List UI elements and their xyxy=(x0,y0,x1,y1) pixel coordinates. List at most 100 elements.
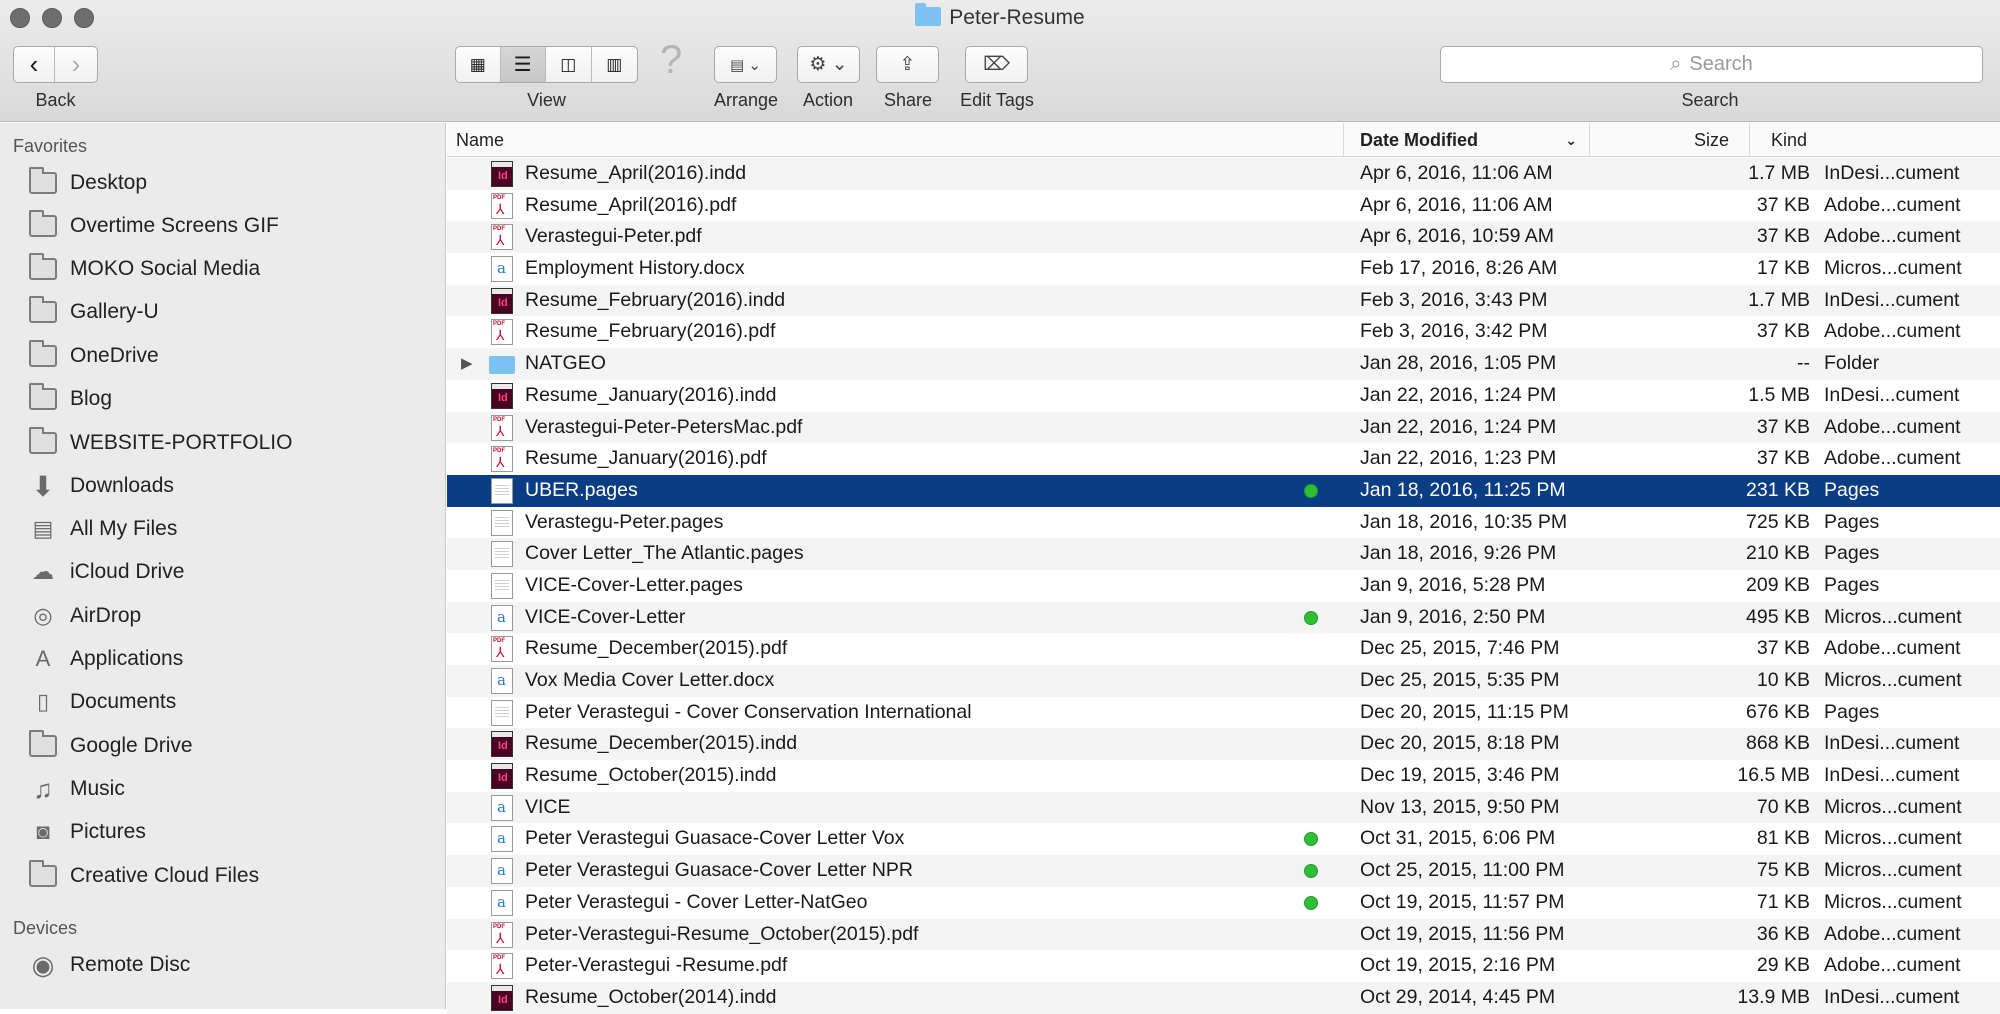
column-header-name[interactable]: Name xyxy=(447,123,1344,157)
table-row[interactable]: Resume_October(2015).indd Dec 19, 2015, 3… xyxy=(447,760,2000,792)
indd-file-icon xyxy=(491,161,513,187)
toolbar: Peter-Resume ‹ › Back ▦ ☰ ◫ ▥ View ? ▤ ⌄… xyxy=(0,0,2000,122)
sidebar-item-music[interactable]: ♫ Music xyxy=(28,769,125,809)
table-row[interactable]: Resume_January(2016).indd Jan 22, 2016, 1… xyxy=(447,380,2000,412)
table-row[interactable]: Resume_January(2016).pdf Jan 22, 2016, 1:… xyxy=(447,443,2000,475)
camera-icon: ◙ xyxy=(36,819,50,844)
table-row[interactable]: Cover Letter_The Atlantic.pages Jan 18, 2… xyxy=(447,538,2000,570)
sidebar-item-applications[interactable]: A Applications xyxy=(28,639,184,679)
table-row[interactable]: Resume_February(2016).indd Feb 3, 2016, 3… xyxy=(447,284,2000,317)
sidebar-item-gallery-u[interactable]: Gallery-U xyxy=(28,292,159,332)
table-row[interactable]: Vox Media Cover Letter.docx Dec 25, 2015,… xyxy=(447,665,2000,697)
file-name: Resume_December(2015).pdf xyxy=(525,637,788,660)
sidebar-item-icloud-drive[interactable]: ☁ iCloud Drive xyxy=(28,552,184,592)
file-name: Verastegui-Peter.pdf xyxy=(525,225,702,248)
folder-icon xyxy=(28,253,58,283)
column-header-row: Name Date Modified ⌄ Size Kind xyxy=(447,123,2000,157)
coverflow-view-button[interactable]: ▥ xyxy=(592,47,637,82)
file-size: 16.5 MB xyxy=(1737,764,1810,787)
window-title: Peter-Resume xyxy=(0,3,2000,30)
file-date-modified: Apr 6, 2016, 11:06 AM xyxy=(1360,162,1553,184)
pages-file-icon xyxy=(491,572,513,599)
all-files-icon: ▤ xyxy=(32,516,54,541)
sidebar-item-onedrive[interactable]: OneDrive xyxy=(28,336,159,376)
search-input[interactable]: ⌕ Search xyxy=(1440,46,1983,83)
disc-icon: ◉ xyxy=(31,949,55,980)
sidebar-item-desktop[interactable]: Desktop xyxy=(28,163,147,203)
table-row[interactable]: Resume_April(2016).pdf Apr 6, 2016, 11:06… xyxy=(447,190,2000,222)
back-button[interactable]: ‹ xyxy=(14,47,56,82)
table-row[interactable]: UBER.pages Jan 18, 2016, 11:25 PM 231 KB Pa… xyxy=(447,474,2000,507)
devices-header: Devices xyxy=(13,918,78,938)
icon-view-button[interactable]: ▦ xyxy=(456,47,501,82)
file-date-modified: Oct 19, 2015, 11:56 PM xyxy=(1360,922,1565,945)
sidebar-item-website-portfolio[interactable]: WEBSITE-PORTFOLIO xyxy=(28,423,292,463)
file-date-modified: Jan 9, 2016, 2:50 PM xyxy=(1360,605,1546,628)
share-button[interactable]: ⇪ xyxy=(876,46,939,83)
file-name: Verastegu-Peter.pages xyxy=(525,510,724,533)
table-row[interactable]: Peter Verastegui - Cover Conservation In… xyxy=(447,697,2000,729)
grid-icon: ▦ xyxy=(469,54,486,74)
column-header-size[interactable]: Size xyxy=(1590,123,1750,157)
file-date-modified: Oct 19, 2015, 2:16 PM xyxy=(1360,954,1556,977)
table-row[interactable]: ▶ NATGEO Jan 28, 2016, 1:05 PM -- Folder xyxy=(447,348,2000,380)
table-row[interactable]: Peter-Verastegui-Resume_October(2015).pd… xyxy=(447,918,2000,951)
edit-tags-button[interactable]: ⌦ xyxy=(965,46,1028,83)
table-row[interactable]: VICE-Cover-Letter Jan 9, 2016, 2:50 PM 495… xyxy=(447,601,2000,634)
column-header-date-modified[interactable]: Date Modified ⌄ xyxy=(1344,123,1590,157)
sidebar-item-creative-cloud-files[interactable]: Creative Cloud Files xyxy=(28,856,259,896)
table-row[interactable]: Employment History.docx Feb 17, 2016, 8:2… xyxy=(447,253,2000,285)
table-row[interactable]: Verastegu-Peter.pages Jan 18, 2016, 10:35… xyxy=(447,507,2000,539)
sidebar-item-moko-social-media[interactable]: MOKO Social Media xyxy=(28,249,260,289)
table-row[interactable]: Resume_April(2016).indd Apr 6, 2016, 11:0… xyxy=(447,158,2000,190)
back-label: Back xyxy=(35,90,76,110)
table-row[interactable]: VICE Nov 13, 2015, 9:50 PM 70 KB Micros...c… xyxy=(447,791,2000,824)
pages-file-icon xyxy=(491,541,513,568)
sidebar-item-all-my-files[interactable]: ▤ All My Files xyxy=(28,509,178,549)
file-name: VICE-Cover-Letter xyxy=(525,605,686,628)
column-header-kind[interactable]: Kind xyxy=(1750,123,2000,157)
file-kind: InDesi...cument xyxy=(1824,162,1960,184)
file-kind: Micros...cument xyxy=(1824,669,1962,691)
column-view-button[interactable]: ◫ xyxy=(546,47,592,82)
file-size: 75 KB xyxy=(1756,859,1810,882)
table-row[interactable]: Resume_February(2016).pdf Feb 3, 2016, 3:… xyxy=(447,316,2000,348)
table-row[interactable]: VICE-Cover-Letter.pages Jan 9, 2016, 5:28… xyxy=(447,570,2000,602)
table-row[interactable]: Verastegui-Peter.pdf Apr 6, 2016, 10:59 A… xyxy=(447,221,2000,254)
sidebar-item-google-drive[interactable]: Google Drive xyxy=(28,726,193,766)
disclosure-triangle-icon[interactable]: ▶ xyxy=(461,348,473,380)
action-button[interactable]: ⚙ ⌄ xyxy=(797,46,860,83)
table-row[interactable]: Verastegui-Peter-PetersMac.pdf Jan 22, 20… xyxy=(447,411,2000,444)
file-size: 495 KB xyxy=(1746,605,1810,628)
view-label: View xyxy=(527,90,566,110)
indd-file-icon xyxy=(491,984,513,1011)
table-row[interactable]: Resume_December(2015).indd Dec 20, 2015, … xyxy=(447,728,2000,761)
sidebar-item-documents[interactable]: ▯ Documents xyxy=(28,682,176,722)
word-file-icon xyxy=(491,858,513,885)
table-row[interactable]: Peter Verastegui Guasace-Cover Letter NP… xyxy=(447,855,2000,887)
file-size: 37 KB xyxy=(1756,193,1810,216)
file-size: 70 KB xyxy=(1756,795,1810,818)
pages-file-icon xyxy=(491,509,513,536)
sidebar-item-remote-disc[interactable]: ◉ Remote Disc xyxy=(28,945,191,985)
sidebar-item-overtime-screens-gif[interactable]: Overtime Screens GIF xyxy=(28,206,279,246)
list-view-button[interactable]: ☰ xyxy=(500,47,547,82)
file-date-modified: Jan 18, 2016, 9:26 PM xyxy=(1360,542,1557,565)
file-name: Peter Verastegui - Cover Conservation In… xyxy=(525,700,972,723)
sidebar-item-blog[interactable]: Blog xyxy=(28,379,112,419)
sidebar-item-airdrop[interactable]: ◎ AirDrop xyxy=(28,596,141,636)
table-row[interactable]: Peter Verastegui - Cover Letter-NatGeo Oc… xyxy=(447,887,2000,919)
forward-button[interactable]: › xyxy=(55,47,97,82)
file-size: 29 KB xyxy=(1756,954,1810,977)
table-row[interactable]: Resume_December(2015).pdf Dec 25, 2015, 7… xyxy=(447,633,2000,665)
table-row[interactable]: Peter Verastegui Guasace-Cover Letter Vo… xyxy=(447,823,2000,855)
sidebar-item-pictures[interactable]: ◙ Pictures xyxy=(28,812,146,852)
sidebar-item-downloads[interactable]: ⬇ Downloads xyxy=(28,466,174,506)
share-icon: ⇪ xyxy=(899,54,916,75)
table-row[interactable]: Peter-Verastegui -Resume.pdf Oct 19, 2015… xyxy=(447,950,2000,982)
file-kind: Adobe...cument xyxy=(1824,954,1961,977)
file-kind: Adobe...cument xyxy=(1824,447,1961,470)
arrange-button[interactable]: ▤ ⌄ xyxy=(714,46,777,83)
file-kind: Pages xyxy=(1824,478,1880,501)
word-file-icon xyxy=(491,794,513,821)
